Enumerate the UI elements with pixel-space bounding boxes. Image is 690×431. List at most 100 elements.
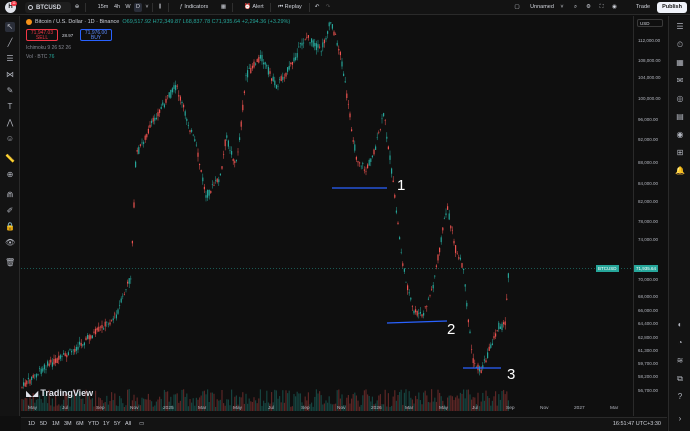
time-axis[interactable]: May Jul Sep Nov 2025 Mar May Jul Sep Nov 2026 Mar Ma… [21, 404, 645, 414]
chart-pane[interactable]: Bitcoin / U.S. Dollar · 1D · Binance O69… [21, 16, 667, 416]
zoom-in-icon[interactable]: ⊕ [5, 170, 15, 180]
cursor-icon[interactable]: ↖ [5, 22, 15, 32]
time-tick: Jul [268, 406, 275, 411]
trend-line-icon[interactable]: ╱ [5, 38, 15, 48]
publish-button[interactable]: Publish [657, 2, 687, 13]
templates-icon[interactable]: ▦ [219, 3, 228, 12]
redo-icon[interactable]: ↷ [324, 3, 332, 12]
layers-icon[interactable]: ⧉ [675, 374, 685, 384]
candle-body [370, 158, 372, 162]
range-all[interactable]: All [125, 421, 131, 427]
range-1m[interactable]: 1M [52, 421, 60, 427]
range-1d[interactable]: 1D [28, 421, 35, 427]
data-window-icon[interactable]: ▦ [675, 58, 685, 68]
layout-icon[interactable]: ▢ [512, 3, 522, 12]
candle-body [488, 346, 490, 351]
trash-icon[interactable]: 🗑 [5, 258, 15, 268]
chat-icon[interactable]: ✉ [675, 76, 685, 86]
ruler-icon[interactable]: 📏 [5, 154, 15, 164]
watermark-text: TradingView [40, 388, 94, 398]
candle-body [200, 169, 202, 172]
support-line-2[interactable] [386, 320, 448, 324]
candle-body [90, 335, 92, 339]
text-icon[interactable]: T [5, 102, 15, 112]
quick-search-icon[interactable]: ⌕ [571, 3, 580, 12]
candle-body [163, 104, 165, 108]
range-1y[interactable]: 1Y [103, 421, 110, 427]
sell-button[interactable]: 71,947.03 SELL [26, 29, 58, 41]
candle-body [336, 42, 338, 46]
help-icon[interactable]: ? [675, 392, 685, 402]
bell-icon[interactable]: 🔔 [675, 166, 685, 176]
candle-body [293, 57, 295, 62]
alert-button[interactable]: ⏰ Alert [240, 3, 268, 12]
clock-timezone[interactable]: 16:51:47 UTC+3:30 [613, 421, 661, 427]
candle-body [47, 361, 49, 366]
candle-body [234, 161, 236, 164]
replay-button[interactable]: ⏮ Replay [274, 3, 306, 12]
range-5d[interactable]: 5D [40, 421, 47, 427]
candle-body [151, 120, 153, 124]
alerts-clock-icon[interactable]: ⏲ [675, 40, 685, 50]
visibility-icon[interactable]: 👁 [5, 238, 15, 248]
range-3m[interactable]: 3M [64, 421, 72, 427]
ichimoku-legend[interactable]: Ichimoku 9 26 52 26 [26, 45, 71, 51]
settings-icon[interactable]: ⚙ [584, 3, 593, 12]
range-6m[interactable]: 6M [76, 421, 84, 427]
horizontal-lines-icon[interactable]: ☰ [5, 54, 15, 64]
price-axis[interactable]: USD 112,000.00 108,000.00 104,000.00 100,00… [633, 16, 667, 416]
pitchfork-icon[interactable]: ⋈ [5, 70, 15, 80]
symbol-search[interactable]: BTCUSD [25, 2, 71, 13]
candle-body [376, 137, 378, 139]
candle-body [248, 67, 250, 69]
price-chart[interactable] [21, 16, 633, 416]
lock-icon[interactable]: 🔒 [5, 222, 15, 232]
magnet-icon[interactable]: ⋒ [5, 190, 15, 200]
undo-icon[interactable]: ↶ [313, 3, 321, 12]
candle-body [187, 125, 189, 126]
indicators-button[interactable]: ƒ Indicators [172, 3, 216, 12]
streams-icon[interactable]: ◉ [675, 130, 685, 140]
candle-body [360, 165, 362, 167]
interval-w[interactable]: W [124, 3, 132, 12]
podcast-icon[interactable]: ◐ [675, 320, 685, 330]
buy-button[interactable]: 71,976.00 BUY [80, 29, 112, 41]
candle-body [301, 42, 303, 46]
trade-button[interactable]: Trade [632, 2, 654, 13]
candle-body [64, 353, 66, 357]
broadcast-icon[interactable]: ≋ [675, 356, 685, 366]
stay-drawing-icon[interactable]: ✐ [5, 206, 15, 216]
brush-icon[interactable]: ✎ [5, 86, 15, 96]
fullscreen-icon[interactable]: ⛶ [597, 3, 606, 12]
time-tick: Mar [198, 406, 207, 411]
emoji-icon[interactable]: ☺ [5, 134, 15, 144]
price-tick: 88,000.00 [638, 160, 659, 165]
candle-body [104, 321, 106, 327]
date-range-icon[interactable]: ▭ [139, 421, 144, 427]
expand-icon[interactable]: › [675, 414, 685, 424]
volume-legend[interactable]: Vol · BTC 76 [26, 54, 54, 60]
interval-dropdown-icon[interactable]: ˅ [144, 3, 150, 12]
layout-dropdown-icon[interactable]: ˅ [559, 3, 565, 12]
currency-selector[interactable]: USD [637, 19, 663, 27]
calculator-icon[interactable]: ⊞ [675, 148, 685, 158]
interval-4h[interactable]: 4h [112, 3, 122, 12]
notifications-icon[interactable]: ◔ [675, 338, 685, 348]
range-ytd[interactable]: YTD [88, 421, 99, 427]
ideas-icon[interactable]: ◎ [675, 94, 685, 104]
pattern-icon[interactable]: ⋀ [5, 118, 15, 128]
interval-d[interactable]: D [134, 3, 142, 12]
price-tick: 70,000.00 [638, 277, 659, 282]
add-symbol-icon[interactable]: ⊕ [73, 3, 81, 12]
range-5y[interactable]: 5Y [114, 421, 121, 427]
calendar-icon[interactable]: ▤ [675, 112, 685, 122]
chart-type-icon[interactable]: ⫼ [155, 3, 165, 12]
candle-body [413, 310, 415, 314]
interval-15m[interactable]: 15m [96, 3, 110, 12]
candle-body [80, 342, 82, 346]
snapshot-icon[interactable]: ◉ [610, 3, 619, 12]
price-tick: 100,000.00 [638, 96, 661, 101]
layout-name[interactable]: Unnamed [526, 3, 558, 12]
candle-body [483, 359, 485, 361]
watchlist-icon[interactable]: ☰ [675, 22, 685, 32]
